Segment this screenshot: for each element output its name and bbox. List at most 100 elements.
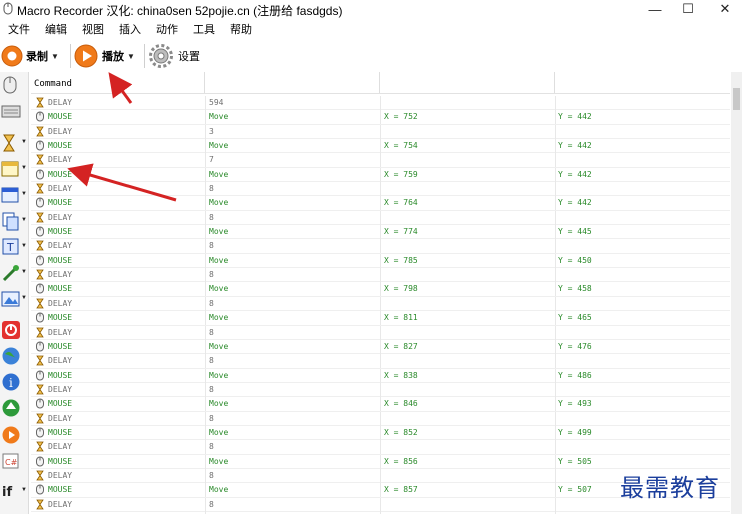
table-row[interactable]: DELAY 8: [31, 440, 730, 455]
insert-window-button[interactable]: ▼: [1, 158, 27, 180]
minimize-button[interactable]: —: [638, 0, 672, 18]
y-value: [558, 440, 728, 454]
table-row[interactable]: MOUSE Move X = 774 Y = 445: [31, 225, 730, 240]
menu-file[interactable]: 文件: [1, 21, 37, 37]
x-value: [384, 440, 554, 454]
column-divider: [380, 325, 381, 340]
menu-action[interactable]: 动作: [149, 21, 185, 37]
insert-web-button[interactable]: [1, 345, 27, 367]
column-divider: [205, 110, 206, 125]
chevron-down-icon[interactable]: ▼: [21, 165, 27, 171]
command-cell: DELAY: [35, 498, 205, 512]
settings-button[interactable]: 设置: [148, 42, 200, 70]
x-value: X = 846: [384, 399, 418, 409]
insert-info-button[interactable]: i: [1, 371, 27, 393]
maximize-button[interactable]: ☐: [671, 0, 705, 18]
table-row[interactable]: MOUSE Move X = 752 Y = 442: [31, 110, 730, 125]
y-value: [558, 297, 728, 311]
y-value: Y = 445: [558, 227, 592, 237]
x-value: X = 811: [384, 313, 418, 323]
table-row[interactable]: DELAY 8: [31, 210, 730, 226]
column-header-command[interactable]: Command: [31, 72, 205, 93]
table-row[interactable]: MOUSE Move X = 759 Y = 442: [31, 167, 730, 183]
table-row[interactable]: MOUSE Move X = 852 Y = 499: [31, 425, 730, 441]
menu-insert[interactable]: 插入: [112, 21, 148, 37]
chevron-down-icon[interactable]: ▼: [21, 139, 27, 145]
chevron-down-icon[interactable]: ▼: [21, 191, 27, 197]
command-type: MOUSE: [48, 169, 73, 179]
insert-mouse-button[interactable]: [1, 74, 27, 96]
vertical-scrollbar[interactable]: [731, 72, 742, 514]
chevron-down-icon[interactable]: ▼: [21, 487, 27, 493]
table-row[interactable]: DELAY 8: [31, 325, 730, 340]
insert-clipboard-button[interactable]: ▼: [1, 210, 27, 232]
record-button[interactable]: 录制 ▼: [1, 42, 59, 70]
color-picker-icon: [2, 265, 19, 282]
menu-help[interactable]: 帮助: [223, 21, 259, 37]
y-value: [558, 182, 728, 196]
chevron-down-icon[interactable]: ▼: [21, 243, 27, 249]
insert-download-button[interactable]: [1, 397, 27, 419]
table-row[interactable]: DELAY 8: [31, 411, 730, 426]
table-row[interactable]: MOUSE Move X = 798 Y = 458: [31, 282, 730, 297]
menu-tools[interactable]: 工具: [186, 21, 222, 37]
column-divider: [205, 311, 206, 326]
chevron-down-icon[interactable]: ▼: [21, 295, 27, 301]
menu-view[interactable]: 视图: [75, 21, 111, 37]
column-divider: [380, 454, 381, 469]
insert-code-button[interactable]: C#: [1, 450, 27, 472]
info-icon: i: [2, 373, 20, 391]
y-value: Y = 465: [558, 313, 592, 323]
scrollbar-thumb[interactable]: [733, 88, 740, 110]
chevron-down-icon[interactable]: ▼: [21, 217, 27, 223]
table-row[interactable]: MOUSE Move X = 827 Y = 476: [31, 339, 730, 355]
command-cell: DELAY: [35, 383, 205, 397]
table-row[interactable]: DELAY 594: [31, 96, 730, 111]
insert-window-resize-button[interactable]: ▼: [1, 184, 27, 206]
table-row[interactable]: DELAY 8: [31, 239, 730, 254]
table-row[interactable]: MOUSE Move X = 846 Y = 493: [31, 397, 730, 412]
table-row[interactable]: MOUSE Move X = 811 Y = 465: [31, 311, 730, 326]
close-button[interactable]: ✕: [708, 0, 742, 18]
web-icon: [2, 347, 20, 365]
table-row[interactable]: DELAY 8: [31, 268, 730, 283]
insert-play-button[interactable]: [1, 424, 27, 446]
table-row[interactable]: MOUSE Move X = 785 Y = 450: [31, 253, 730, 269]
column-header[interactable]: [205, 72, 380, 93]
command-action: 594: [209, 98, 224, 107]
play-button[interactable]: 播放 ▼: [74, 42, 135, 70]
chevron-down-icon[interactable]: ▼: [21, 269, 27, 275]
table-row[interactable]: DELAY 8: [31, 354, 730, 369]
table-row[interactable]: DELAY 8: [31, 182, 730, 197]
table-row[interactable]: DELAY 8: [31, 296, 730, 312]
insert-color-button[interactable]: ▼: [1, 262, 27, 284]
table-row[interactable]: DELAY 7: [31, 153, 730, 168]
insert-stop-button[interactable]: [1, 319, 27, 341]
command-cell: DELAY: [35, 440, 205, 454]
table-row[interactable]: DELAY 8: [31, 382, 730, 398]
column-header[interactable]: [555, 72, 730, 93]
table-row[interactable]: DELAY 3: [31, 124, 730, 140]
column-divider: [205, 497, 206, 512]
table-row[interactable]: MOUSE Move X = 754 Y = 442: [31, 139, 730, 154]
column-divider: [380, 382, 381, 397]
insert-text-button[interactable]: T ▼: [1, 236, 27, 258]
table-row[interactable]: MOUSE Move X = 838 Y = 486: [31, 368, 730, 383]
insert-if-button[interactable]: if ▼: [1, 480, 27, 502]
insert-keyboard-button[interactable]: [1, 100, 27, 122]
chevron-down-icon[interactable]: ▼: [127, 52, 135, 61]
command-action: Move: [209, 370, 229, 380]
column-divider: [380, 124, 381, 139]
chevron-down-icon[interactable]: ▼: [51, 52, 59, 61]
insert-image-button[interactable]: ▼: [1, 288, 27, 310]
x-value: X = 774: [384, 227, 418, 237]
x-value: X = 856: [384, 456, 418, 466]
command-cell: MOUSE: [35, 225, 205, 239]
menu-edit[interactable]: 编辑: [38, 21, 74, 37]
table-row[interactable]: MOUSE Move X = 856 Y = 505: [31, 454, 730, 469]
column-header[interactable]: [380, 72, 555, 93]
table-row[interactable]: MOUSE Move X = 764 Y = 442: [31, 196, 730, 211]
column-divider: [205, 411, 206, 426]
command-cell: MOUSE: [35, 110, 205, 124]
insert-delay-button[interactable]: ▼: [1, 132, 27, 154]
